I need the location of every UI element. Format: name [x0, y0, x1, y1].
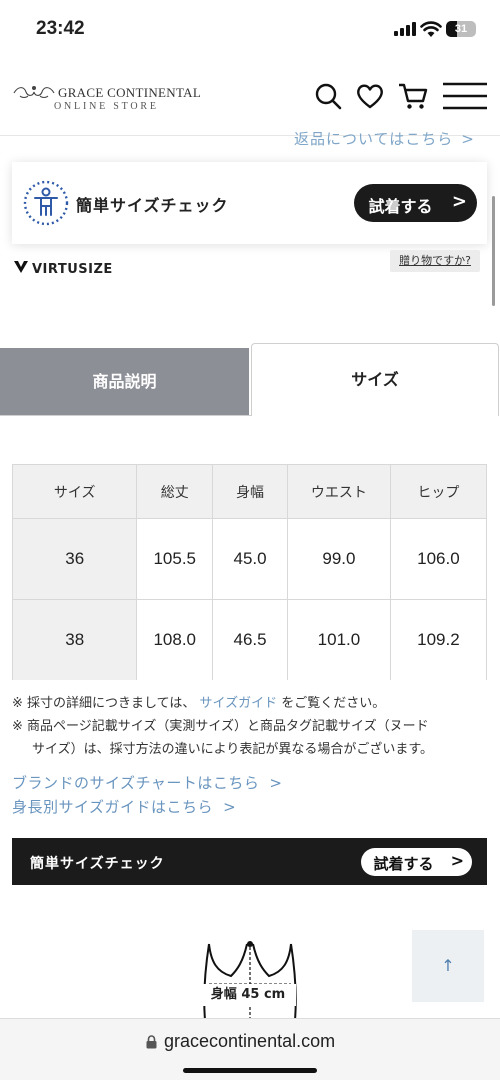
- site-header: GRACE CONTINENTAL ONLINE STORE: [0, 60, 500, 136]
- note-measurement: ※ 採寸の詳細につきましては、 サイズガイド をご覧ください。: [12, 692, 492, 715]
- size-guide-link[interactable]: サイズガイド: [200, 696, 278, 711]
- battery-icon: 31: [446, 21, 476, 37]
- try-on-button-label: 試着する: [373, 855, 434, 873]
- size-check-bar-label: 簡単サイズチェック: [30, 856, 165, 872]
- lock-icon: [146, 1035, 157, 1049]
- table-header: ヒップ: [389, 464, 487, 519]
- browser-address-bar[interactable]: gracecontinental.com: [0, 1018, 500, 1080]
- virtusize-v-icon: [14, 261, 28, 273]
- table-cell: 46.5: [212, 599, 289, 680]
- search-icon[interactable]: [312, 80, 344, 112]
- virtusize-brand-label: VIRTUSIZE: [32, 262, 113, 277]
- garment-diagram: [203, 941, 297, 1020]
- virtusize-logo: VIRTUSIZE: [14, 261, 113, 277]
- gift-link[interactable]: 贈り物ですか?: [390, 250, 480, 272]
- status-time: 23:42: [36, 18, 85, 39]
- arrow-up-icon: ↑: [441, 956, 455, 975]
- home-indicator[interactable]: [183, 1068, 317, 1073]
- table-cell: 36: [12, 518, 138, 600]
- chevron-right-icon: >: [269, 774, 283, 792]
- cart-icon[interactable]: [397, 80, 429, 112]
- tab-size[interactable]: サイズ: [251, 343, 499, 416]
- brand-subtitle: ONLINE STORE: [54, 101, 159, 112]
- body-silhouette-icon: [23, 180, 69, 226]
- table-cell: 106.0: [389, 518, 487, 600]
- table-header: ウエスト: [287, 464, 391, 519]
- table-cell: 101.0: [287, 599, 391, 680]
- chevron-right-icon: >: [450, 851, 464, 870]
- try-on-button-label: 試着する: [368, 197, 433, 216]
- returns-link-label: 返品についてはこちら: [294, 130, 454, 148]
- logo-ornament-icon: [13, 86, 55, 98]
- chevron-right-icon: >: [451, 191, 467, 212]
- note-size-difference-cont: サイズ）は、採寸方法の違いにより表記が異なる場合がございます。: [32, 742, 434, 757]
- table-cell: 109.2: [389, 599, 487, 680]
- battery-level: 31: [454, 23, 468, 35]
- table-cell: 108.0: [136, 599, 214, 680]
- menu-icon[interactable]: [442, 81, 488, 111]
- table-cell: 45.0: [212, 518, 289, 600]
- brand-size-chart-link[interactable]: ブランドのサイズチャートはこちら >: [12, 772, 282, 793]
- returns-link[interactable]: 返品についてはこちら >: [294, 128, 475, 149]
- status-bar: 23:42 31: [0, 0, 500, 60]
- table-cell: 38: [12, 599, 138, 680]
- scrollbar[interactable]: [492, 196, 495, 306]
- note-text: をご覧ください。: [281, 696, 386, 711]
- virtusize-widget: 簡単サイズチェック 試着する >: [12, 162, 487, 244]
- heart-icon[interactable]: [354, 80, 386, 112]
- note-size-difference: ※ 商品ページ記載サイズ（実測サイズ）と商品タグ記載サイズ（ヌード: [12, 719, 429, 734]
- chevron-right-icon: >: [223, 798, 237, 816]
- tab-description[interactable]: 商品説明: [0, 348, 249, 415]
- body-width-measure: 身幅 45 cm: [200, 984, 296, 1006]
- table-header: サイズ: [12, 464, 138, 519]
- wifi-icon: [420, 21, 442, 37]
- height-size-guide-link[interactable]: 身長別サイズガイドはこちら >: [12, 796, 236, 817]
- size-table: サイズ 総丈 身幅 ウエスト ヒップ 36 105.5 45.0 99.0 10…: [12, 464, 487, 680]
- brand-name: GRACE CONTINENTAL: [58, 85, 202, 100]
- url-text: gracecontinental.com: [164, 1031, 336, 1051]
- table-header: 総丈: [136, 464, 214, 519]
- tab-divider: [0, 415, 251, 416]
- height-size-guide-label: 身長別サイズガイドはこちら: [12, 798, 214, 816]
- note-text: ※ 採寸の詳細につきましては、: [12, 696, 196, 711]
- size-check-bar: 簡単サイズチェック 試着する >: [12, 838, 487, 885]
- cellular-signal-icon: [394, 22, 416, 36]
- size-notes: ※ 採寸の詳細につきましては、 サイズガイド をご覧ください。 ※ 商品ページ記…: [12, 692, 492, 761]
- table-row: 36 105.5 45.0 99.0 106.0: [12, 518, 487, 600]
- table-header: 身幅: [212, 464, 289, 519]
- size-check-label: 簡単サイズチェック: [76, 196, 229, 215]
- table-header-row: サイズ 総丈 身幅 ウエスト ヒップ: [12, 464, 487, 519]
- table-cell: 105.5: [136, 518, 214, 600]
- table-row: 38 108.0 46.5 101.0 109.2: [12, 599, 487, 680]
- table-cell: 99.0: [287, 518, 391, 600]
- back-to-top-button[interactable]: ↑: [412, 930, 484, 1002]
- try-on-button[interactable]: 試着する >: [354, 184, 477, 222]
- try-on-button-secondary[interactable]: 試着する >: [361, 848, 472, 876]
- chevron-right-icon: >: [461, 130, 475, 148]
- brand-size-chart-label: ブランドのサイズチャートはこちら: [12, 774, 260, 792]
